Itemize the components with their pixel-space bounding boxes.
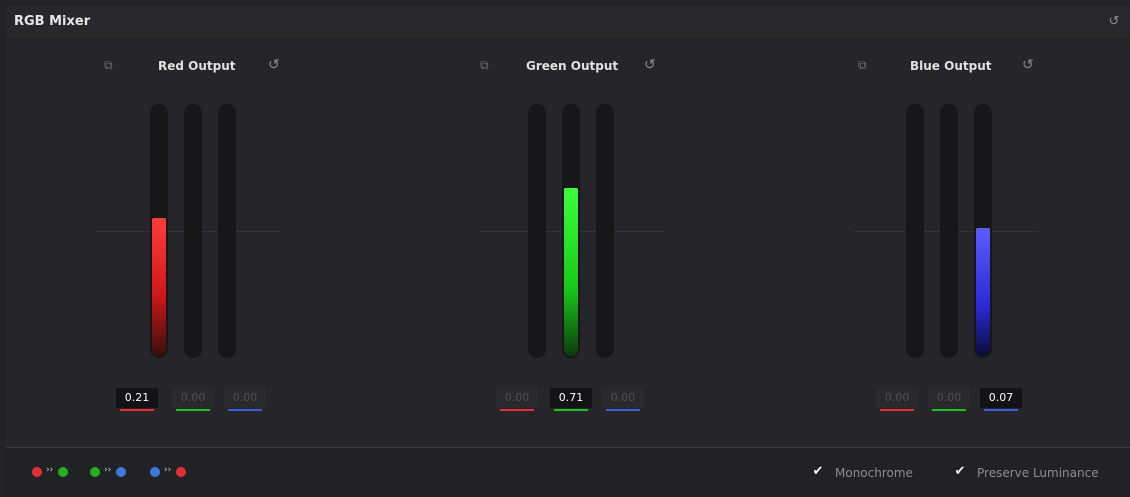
swap-arrow-icon: ›› <box>46 465 54 475</box>
blue-output-reset-icon[interactable]: ↺ <box>1022 57 1034 73</box>
preserve-luminance-label: Preserve Luminance <box>977 466 1099 480</box>
preset-green-button[interactable]: ›› <box>90 464 128 480</box>
red-output-green-slider[interactable] <box>184 104 202 358</box>
blue-output-red-value[interactable]: 0.00 <box>876 388 918 411</box>
preserve-luminance-checkbox[interactable]: ✔ <box>953 465 967 479</box>
preset-blue-button[interactable]: ›› <box>150 464 188 480</box>
green-output-red-slider[interactable] <box>528 104 546 358</box>
green-output-green-slider[interactable] <box>562 104 580 358</box>
green-output-title: Green Output <box>526 59 619 73</box>
green-output-red-value[interactable]: 0.00 <box>496 388 538 411</box>
red-output-reset-icon[interactable]: ↺ <box>268 57 280 73</box>
red-output-red-value[interactable]: 0.21 <box>116 388 158 411</box>
blue-output-red-slider[interactable] <box>906 104 924 358</box>
link-icon[interactable]: ⧉ <box>858 58 867 73</box>
blue-dot-icon <box>116 467 126 477</box>
red-output-title: Red Output <box>158 59 236 73</box>
link-icon[interactable]: ⧉ <box>104 58 113 73</box>
blue-fill <box>976 228 990 356</box>
blue-output-section: ⧉ Blue Output ↺ 0.00 0.00 0.07 <box>840 40 1130 440</box>
swap-arrow-icon: ›› <box>104 465 112 475</box>
green-output-blue-slider[interactable] <box>596 104 614 358</box>
green-output-green-value[interactable]: 0.71 <box>550 388 592 411</box>
red-output-green-value[interactable]: 0.00 <box>172 388 214 411</box>
preset-red-button[interactable]: ›› <box>32 464 70 480</box>
monochrome-checkbox[interactable]: ✔ <box>811 465 825 479</box>
green-output-reset-icon[interactable]: ↺ <box>644 57 656 73</box>
blue-output-green-slider[interactable] <box>940 104 958 358</box>
green-output-blue-value[interactable]: 0.00 <box>602 388 644 411</box>
blue-output-blue-slider[interactable] <box>974 104 992 358</box>
red-output-blue-value[interactable]: 0.00 <box>224 388 266 411</box>
red-dot-icon <box>32 467 42 477</box>
red-output-section: ⧉ Red Output ↺ 0.21 0.00 0.00 <box>86 40 416 440</box>
green-dot-icon <box>58 467 68 477</box>
red-output-blue-slider[interactable] <box>218 104 236 358</box>
green-output-section: ⧉ Green Output ↺ 0.00 0.71 0.00 <box>466 40 796 440</box>
panel-reset-icon[interactable]: ↺ <box>1106 14 1122 30</box>
green-dot-icon <box>90 467 100 477</box>
monochrome-label: Monochrome <box>835 466 913 480</box>
panel-title: RGB Mixer <box>14 14 91 29</box>
rgb-mixer-panel: RGB Mixer ↺ ⧉ Red Output ↺ 0.21 0.00 0.0… <box>0 0 1130 497</box>
blue-output-green-value[interactable]: 0.00 <box>928 388 970 411</box>
red-output-red-slider[interactable] <box>150 104 168 358</box>
swap-arrow-icon: ›› <box>164 465 172 475</box>
red-dot-icon <box>176 467 186 477</box>
panel-titlebar: RGB Mixer ↺ <box>6 6 1130 38</box>
blue-dot-icon <box>150 467 160 477</box>
link-icon[interactable]: ⧉ <box>480 58 489 73</box>
red-fill <box>152 218 166 356</box>
blue-output-title: Blue Output <box>910 59 992 73</box>
green-fill <box>564 188 578 356</box>
blue-output-blue-value[interactable]: 0.07 <box>980 388 1022 411</box>
